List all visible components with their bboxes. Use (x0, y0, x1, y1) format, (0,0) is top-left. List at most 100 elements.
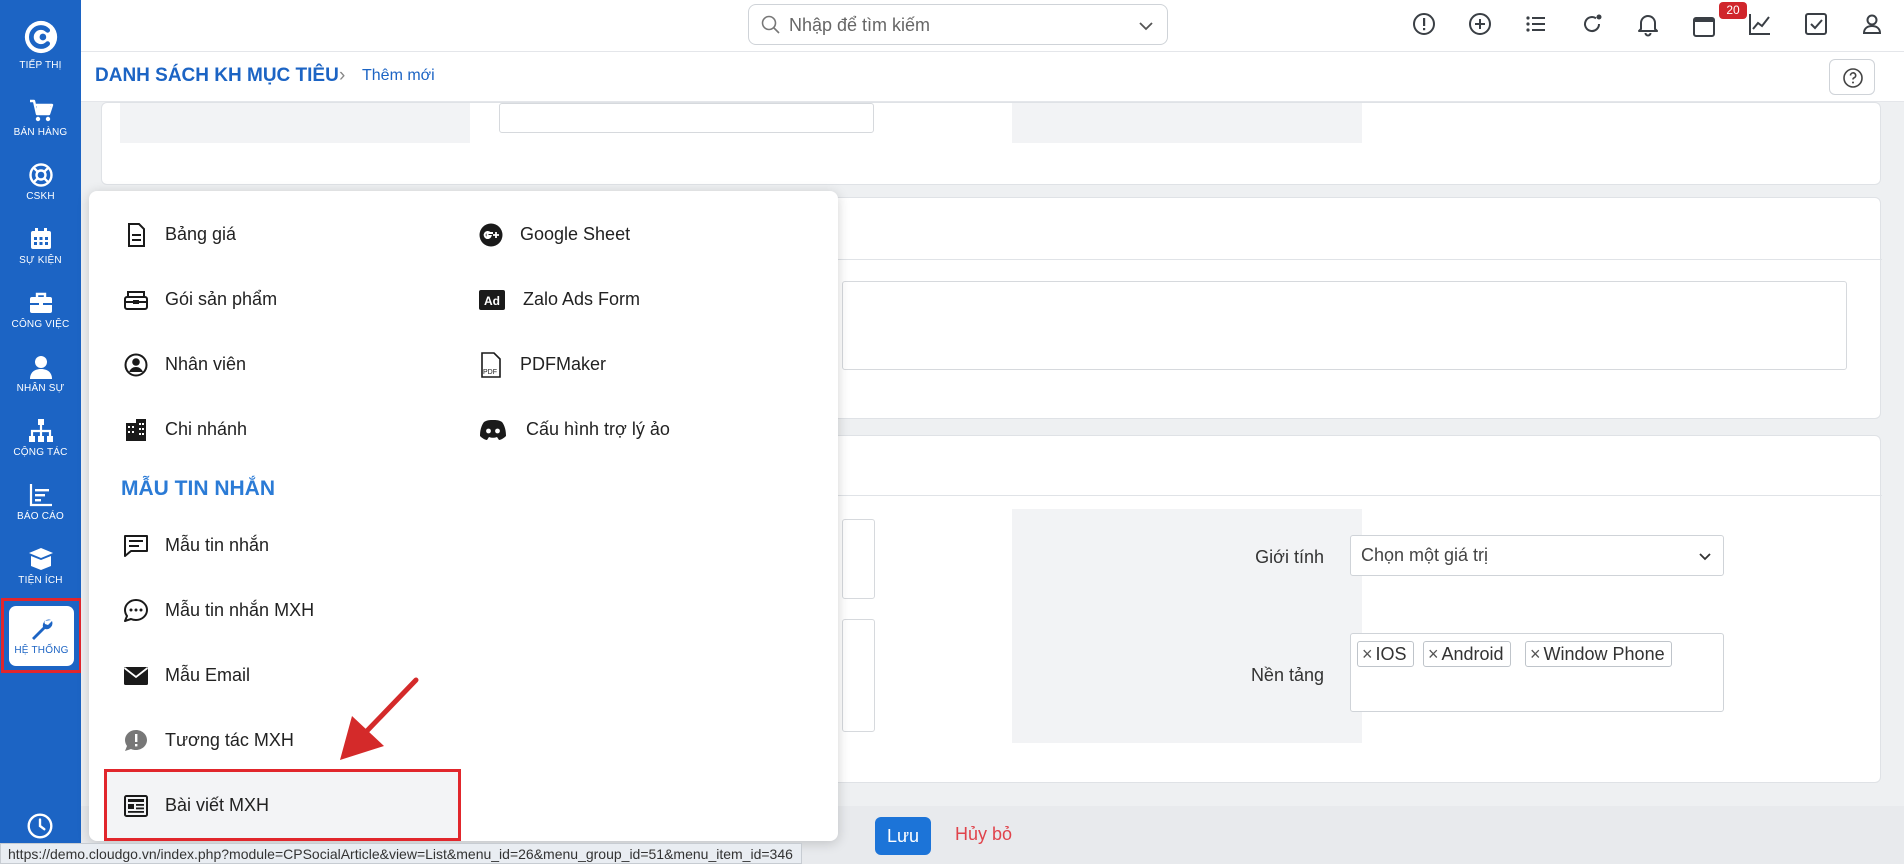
sidebar-item-ban-hang[interactable]: BÁN HÀNG (0, 98, 81, 160)
sidebar-item-label: CSKH (26, 191, 55, 202)
label-cell (1012, 509, 1362, 743)
user-circle-icon (124, 353, 148, 377)
chart-icon[interactable] (1747, 11, 1773, 37)
platform-label: Nền tảng (1250, 665, 1324, 685)
menu-item-label: PDFMaker (520, 354, 607, 374)
alert-icon[interactable] (1411, 11, 1437, 37)
remove-tag-icon[interactable]: × (1362, 644, 1373, 664)
save-button[interactable]: Lưu (875, 817, 931, 855)
search-box[interactable] (748, 4, 1168, 45)
question-icon (1843, 68, 1863, 88)
menu-item-label: Bài viết MXH (165, 795, 270, 815)
discord-icon (480, 420, 506, 440)
sidebar-item-label: CỘNG TÁC (13, 447, 68, 458)
text-input[interactable] (842, 619, 875, 732)
lifebuoy-icon (28, 163, 53, 187)
person-icon (29, 356, 52, 379)
status-url: https://demo.cloudgo.vn/index.php?module… (0, 843, 802, 864)
platform-tag[interactable]: × Window Phone (1525, 641, 1672, 667)
report-icon (29, 484, 52, 507)
menu-item-label: Google Sheet (520, 224, 631, 244)
search-icon (761, 15, 780, 34)
document-icon (128, 223, 145, 247)
sidebar-item-label: NHÂN SỰ (16, 383, 65, 394)
top-bar: 20 (81, 0, 1904, 52)
label-cell (120, 103, 470, 143)
logo-icon (24, 20, 57, 54)
sidebar-item-cong-viec[interactable]: CÔNG VIỆC (0, 290, 81, 352)
menu-item-label: Nhân viên (165, 354, 247, 374)
menu-item-label: Mẫu tin nhắn (165, 535, 270, 555)
sidebar-item-label: SỰ KIỆN (19, 255, 62, 266)
history-icon[interactable] (26, 812, 54, 840)
platform-tag[interactable]: × Android (1423, 641, 1511, 667)
briefcase-icon (29, 292, 52, 313)
pdf-icon: PDF (481, 352, 501, 378)
chevron-down-icon (1699, 553, 1711, 561)
google-icon (479, 223, 503, 247)
sidebar-item-bao-cao[interactable]: BÁO CÁO (0, 482, 81, 544)
text-input[interactable] (499, 103, 874, 133)
active-item-bg: HỆ THỐNG (9, 606, 74, 666)
sidebar-item-label: BÁN HÀNG (13, 127, 68, 138)
tag-label: Android (1441, 644, 1504, 664)
menu-item-label: Cấu hình trợ lý ảo (526, 419, 670, 439)
user-icon[interactable] (1859, 11, 1885, 37)
tag-label: Window Phone (1543, 644, 1665, 664)
cancel-button[interactable]: Hủy bỏ (955, 824, 1012, 845)
sidebar-item-tiep-thi[interactable]: TIẾP THỊ (0, 10, 81, 85)
gender-select[interactable]: Chọn một giá trị (1350, 535, 1724, 576)
remove-tag-icon[interactable]: × (1428, 644, 1439, 664)
system-menu-panel: Bảng giá Gói sản phẩm Nhân viên Chi nhán… (89, 191, 838, 841)
checkbox-icon[interactable] (1803, 11, 1829, 37)
sidebar-item-he-thong[interactable]: HỆ THỐNG (1, 598, 82, 673)
sidebar: TIẾP THỊ BÁN HÀNG CSKH SỰ KIỆN CÔNG VIỆC… (0, 0, 82, 864)
newspaper-icon (124, 795, 148, 817)
svg-text:Ad: Ad (484, 294, 500, 308)
refresh-icon[interactable] (1579, 11, 1605, 37)
breadcrumb-separator: › (339, 65, 346, 86)
calendar-icon[interactable] (1691, 13, 1717, 39)
sidebar-item-nhan-su[interactable]: NHÂN SỰ (0, 354, 81, 416)
sidebar-item-label: TIẾP THỊ (19, 60, 62, 71)
help-button[interactable] (1829, 59, 1875, 95)
sidebar-item-label: HỆ THỐNG (14, 645, 69, 656)
form-card-1 (101, 102, 1881, 185)
calendar-icon (30, 228, 51, 249)
highlight-box (104, 769, 461, 841)
breadcrumb-bar: DANH SÁCH KH MỤC TIÊU › Thêm mới (81, 52, 1904, 102)
cart-icon (29, 99, 53, 122)
gender-label: Giới tính (1255, 547, 1324, 567)
svg-text:PDF: PDF (483, 369, 497, 376)
platform-tag[interactable]: × IOS (1357, 641, 1414, 667)
search-input[interactable] (789, 13, 1119, 37)
bell-icon[interactable] (1635, 11, 1661, 37)
sidebar-item-label: BÁO CÁO (17, 511, 64, 522)
chat-bubble-icon (124, 599, 148, 622)
remove-tag-icon[interactable]: × (1530, 644, 1541, 664)
package-icon (124, 291, 148, 310)
message-icon (124, 535, 148, 557)
menu-item-label: Bảng giá (165, 224, 237, 244)
box-icon (28, 548, 53, 570)
add-icon[interactable] (1467, 11, 1493, 37)
list-icon[interactable] (1523, 11, 1549, 37)
menu-item-label: Chi nhánh (165, 419, 248, 439)
sidebar-item-label: CÔNG VIỆC (11, 319, 70, 330)
breadcrumb-module-link[interactable]: DANH SÁCH KH MỤC TIÊU (95, 65, 339, 87)
ad-icon: Ad (479, 290, 505, 310)
description-textarea[interactable] (842, 281, 1847, 370)
sidebar-item-su-kien[interactable]: SỰ KIỆN (0, 226, 81, 288)
wrench-icon (31, 619, 52, 640)
chevron-down-icon[interactable] (1137, 17, 1155, 35)
menu-section-title: MẪU TIN NHẮN (121, 477, 275, 500)
platform-multiselect[interactable]: × IOS × Android × Window Phone (1350, 633, 1724, 712)
envelope-icon (123, 667, 149, 685)
notification-badge: 20 (1719, 2, 1747, 19)
building-icon (126, 419, 146, 441)
text-input[interactable] (842, 519, 875, 599)
sidebar-item-cskh[interactable]: CSKH (0, 162, 81, 224)
gender-select-value: Chọn một giá trị (1361, 545, 1489, 565)
sidebar-item-cong-tac[interactable]: CỘNG TÁC (0, 418, 81, 480)
menu-item-label: Tương tác MXH (165, 730, 294, 750)
